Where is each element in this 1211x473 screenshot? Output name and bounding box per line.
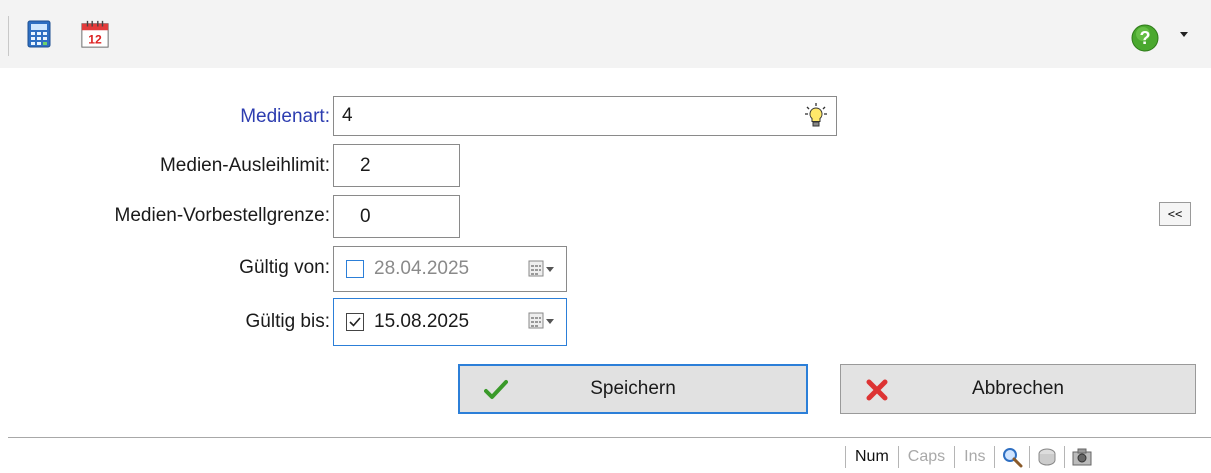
gueltig-bis-checkbox[interactable] — [346, 313, 364, 331]
calendar-dropdown-icon[interactable] — [528, 259, 556, 279]
vorbestellgrenze-input[interactable]: 0 — [333, 195, 460, 238]
help-button[interactable]: ? — [1130, 24, 1164, 52]
medienart-value: 4 — [342, 105, 353, 126]
statusbar: Num Caps Ins — [845, 444, 1099, 470]
close-icon — [866, 379, 888, 401]
database-icon[interactable] — [1030, 447, 1064, 467]
gueltig-von-label: Gültig von: — [239, 257, 330, 278]
toolbar-separator — [8, 16, 9, 56]
magnifier-icon[interactable] — [995, 446, 1029, 468]
vorbestellgrenze-value: 0 — [360, 205, 371, 227]
gueltig-bis-datepicker[interactable]: 15.08.2025 — [333, 298, 567, 346]
cancel-button-label: Abbrechen — [972, 378, 1064, 399]
gueltig-von-datepicker[interactable]: 28.04.2025 — [333, 246, 567, 292]
camera-icon[interactable] — [1065, 447, 1099, 467]
help-dropdown-arrow-icon[interactable] — [1180, 32, 1188, 37]
gueltig-von-value: 28.04.2025 — [374, 258, 470, 279]
medienart-label[interactable]: Medienart: — [0, 106, 330, 128]
calendar-dropdown-icon[interactable] — [528, 311, 556, 331]
lightbulb-icon[interactable] — [804, 102, 828, 130]
divider — [8, 437, 1211, 438]
gueltig-bis-label: Gültig bis: — [245, 311, 330, 332]
medienart-input[interactable]: 4 — [333, 96, 837, 136]
ausleihlimit-input[interactable]: 2 — [333, 144, 460, 187]
save-button[interactable]: Speichern — [458, 364, 808, 414]
status-num: Num — [855, 448, 889, 465]
save-button-label: Speichern — [590, 378, 676, 399]
calendar-button[interactable]: 12 — [80, 18, 110, 50]
calculator-icon — [27, 20, 51, 48]
help-icon: ? — [1131, 24, 1159, 52]
ausleihlimit-label: Medien-Ausleihlimit: — [159, 155, 330, 176]
checkmark-icon — [349, 317, 361, 327]
gueltig-von-checkbox[interactable] — [346, 260, 364, 278]
checkmark-icon — [484, 380, 508, 399]
collapse-button[interactable]: << — [1159, 202, 1191, 226]
status-caps: Caps — [907, 448, 946, 465]
calculator-button[interactable] — [24, 18, 54, 50]
cancel-button[interactable]: Abbrechen — [840, 364, 1196, 414]
toolbar: 12 ? — [0, 0, 1211, 68]
svg-text:?: ? — [1140, 28, 1151, 48]
status-ins: Ins — [964, 448, 986, 465]
calendar-day: 12 — [88, 32, 102, 46]
vorbestellgrenze-label: Medien-Vorbestellgrenze: — [114, 205, 330, 226]
ausleihlimit-value: 2 — [360, 154, 371, 176]
calendar-icon: 12 — [81, 20, 109, 48]
gueltig-bis-value: 15.08.2025 — [374, 311, 470, 332]
